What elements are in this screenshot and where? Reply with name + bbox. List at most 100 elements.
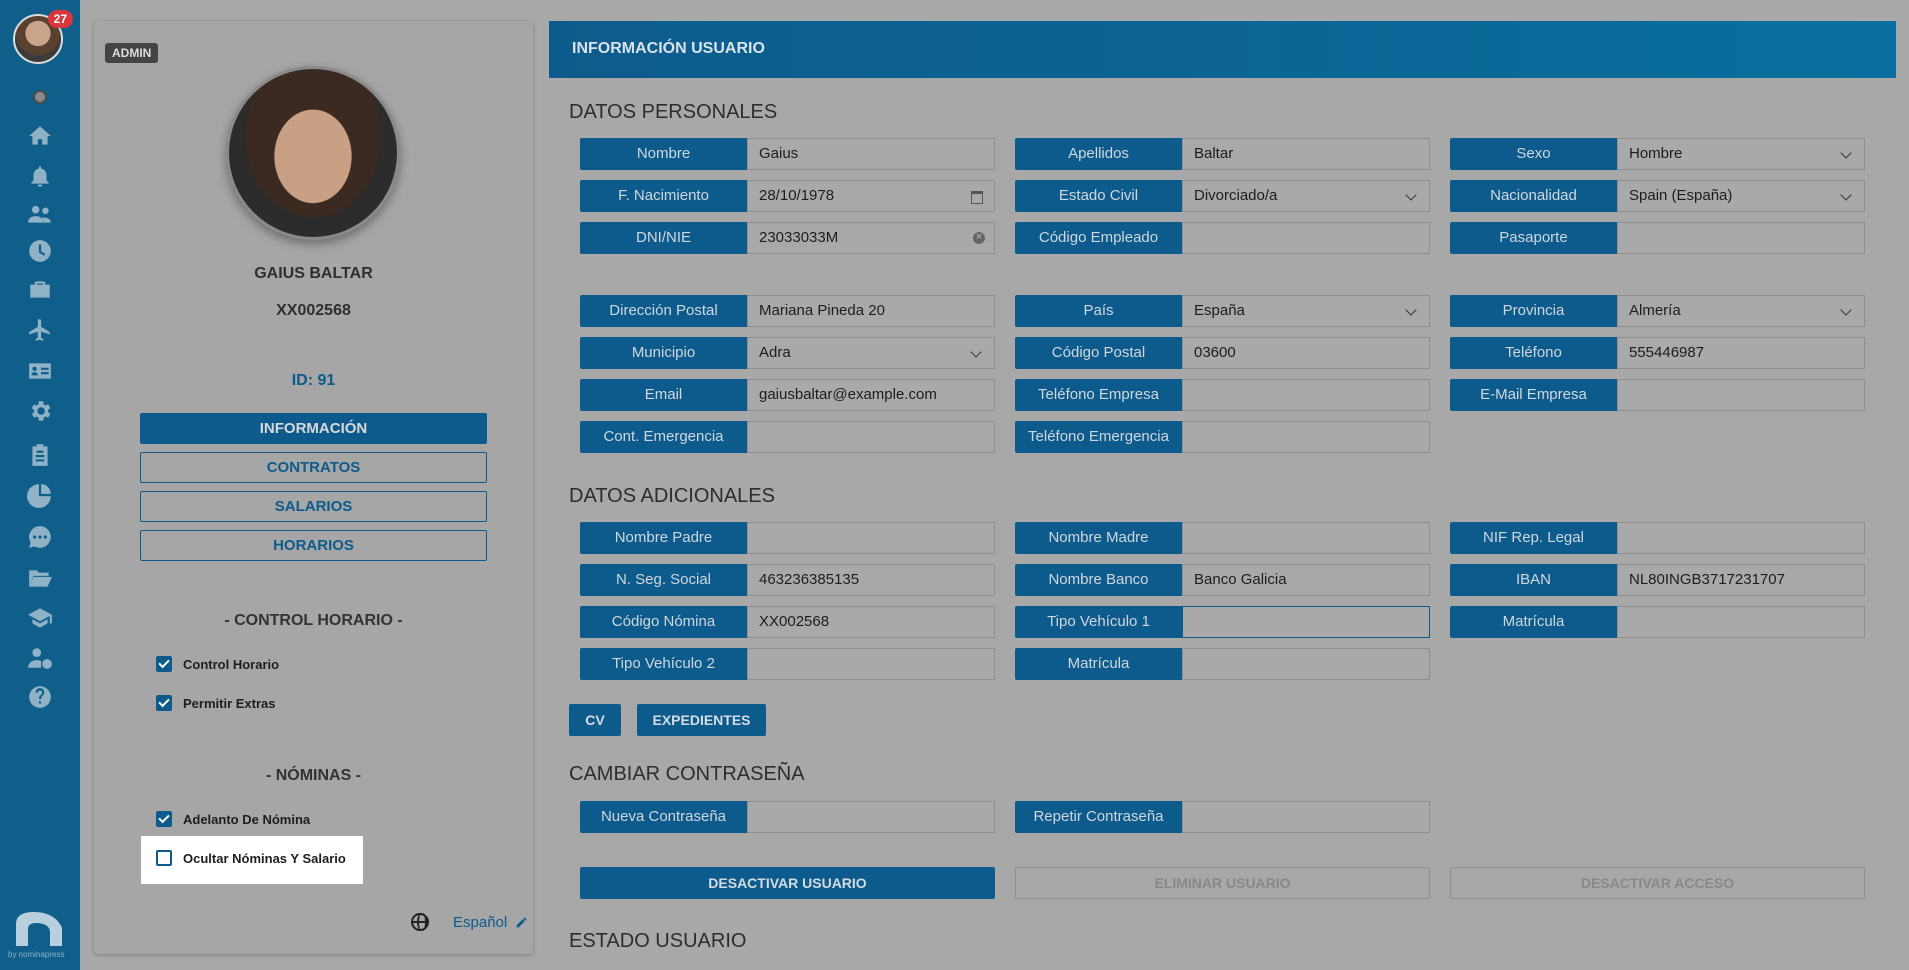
- telefono-emergencia-input[interactable]: [1182, 421, 1430, 453]
- f-nacimiento-input[interactable]: 28/10/1978: [747, 180, 995, 212]
- e-mail-empresa-input[interactable]: [1617, 379, 1865, 411]
- telefono-field: Teléfono 555446987: [1450, 337, 1865, 369]
- plane-icon[interactable]: [24, 314, 56, 346]
- municipio-input[interactable]: Adra: [747, 337, 995, 369]
- telefono-input[interactable]: 555446987: [1617, 337, 1865, 369]
- graduation-cap-icon[interactable]: [24, 602, 56, 634]
- field-label: Nombre Madre: [1015, 522, 1182, 554]
- clipboard-icon[interactable]: [24, 439, 56, 471]
- direccion-postal-input[interactable]: Mariana Pineda 20: [747, 295, 995, 327]
- help-icon[interactable]: [24, 681, 56, 713]
- clock-icon[interactable]: [24, 235, 56, 267]
- codigo-postal-input[interactable]: 03600: [1182, 337, 1430, 369]
- f-nacimiento-field: F. Nacimiento 28/10/1978: [580, 180, 995, 212]
- tipo-vehiculo-1-field: Tipo Vehículo 1: [1015, 606, 1430, 638]
- tab-horarios[interactable]: HORARIOS: [140, 530, 487, 561]
- deactivate-access-button: DESACTIVAR ACCESO: [1450, 867, 1865, 899]
- section-title-password: CAMBIAR CONTRASEÑA: [569, 763, 805, 785]
- matricula-field: Matrícula: [1015, 648, 1430, 680]
- pasaporte-field: Pasaporte: [1450, 222, 1865, 254]
- field-label: Matrícula: [1450, 606, 1617, 638]
- sexo-input[interactable]: Hombre: [1617, 138, 1865, 170]
- field-label: Repetir Contraseña: [1015, 801, 1182, 833]
- panel-header: INFORMACIÓN USUARIO: [549, 21, 1896, 78]
- tab-salarios[interactable]: SALARIOS: [140, 491, 487, 522]
- cont-emergencia-field: Cont. Emergencia: [580, 421, 995, 453]
- field-label: Tipo Vehículo 1: [1015, 606, 1182, 638]
- email-input[interactable]: gaiusbaltar@example.com: [747, 379, 995, 411]
- expedientes-button[interactable]: EXPEDIENTES: [637, 704, 766, 736]
- user-money-icon[interactable]: [24, 642, 56, 674]
- codigo-empleado-input[interactable]: [1182, 222, 1430, 254]
- gear-icon[interactable]: [24, 395, 56, 427]
- nueva-contrasena-field: Nueva Contraseña: [580, 801, 995, 833]
- iban-field: IBAN NL80INGB3717231707: [1450, 564, 1865, 596]
- email-field: Email gaiusbaltar@example.com: [580, 379, 995, 411]
- tipo-vehiculo-1-input[interactable]: [1182, 606, 1430, 638]
- cont-emergencia-input[interactable]: [747, 421, 995, 453]
- field-label: Dirección Postal: [580, 295, 747, 327]
- adelanto-nomina-checkbox-row[interactable]: Adelanto De Nómina: [156, 811, 310, 827]
- iban-input[interactable]: NL80INGB3717231707: [1617, 564, 1865, 596]
- codigo-nomina-input[interactable]: XX002568: [747, 606, 995, 638]
- ocultar-nominas-checkbox-row[interactable]: Ocultar Nóminas Y Salario: [156, 850, 346, 866]
- field-label: Email: [580, 379, 747, 411]
- telefono-empresa-input[interactable]: [1182, 379, 1430, 411]
- nacionalidad-input[interactable]: Spain (España): [1617, 180, 1865, 212]
- field-label: Provincia: [1450, 295, 1617, 327]
- permitir-extras-checkbox-row[interactable]: Permitir Extras: [156, 695, 276, 711]
- tab-informacion[interactable]: INFORMACIÓN: [140, 413, 487, 444]
- checkbox-checked-icon[interactable]: [156, 695, 172, 711]
- checkbox-checked-icon[interactable]: [156, 811, 172, 827]
- nueva-contrasena-input[interactable]: [747, 801, 995, 833]
- field-label: Nombre Padre: [580, 522, 747, 554]
- nombre-padre-input[interactable]: [747, 522, 995, 554]
- briefcase-icon[interactable]: [24, 274, 56, 306]
- field-label: País: [1015, 295, 1182, 327]
- telefono-emergencia-field: Teléfono Emergencia: [1015, 421, 1430, 453]
- language-selector[interactable]: Español: [411, 913, 528, 931]
- users-icon[interactable]: [24, 198, 56, 230]
- pasaporte-input[interactable]: [1617, 222, 1865, 254]
- field-label: Nueva Contraseña: [580, 801, 747, 833]
- tipo-vehiculo-2-input[interactable]: [747, 648, 995, 680]
- e-mail-empresa-field: E-Mail Empresa: [1450, 379, 1865, 411]
- nombre-banco-input[interactable]: Banco Galicia: [1182, 564, 1430, 596]
- field-label: Teléfono Empresa: [1015, 379, 1182, 411]
- field-label: Código Postal: [1015, 337, 1182, 369]
- repetir-contrasena-input[interactable]: [1182, 801, 1430, 833]
- deactivate-user-button[interactable]: DESACTIVAR USUARIO: [580, 867, 995, 899]
- user-avatar[interactable]: 27: [13, 10, 73, 64]
- checkbox-checked-icon[interactable]: [156, 656, 172, 672]
- estado-civil-input[interactable]: Divorciado/a: [1182, 180, 1430, 212]
- codigo-empleado-field: Código Empleado: [1015, 222, 1430, 254]
- chat-icon[interactable]: [24, 521, 56, 553]
- tab-contratos[interactable]: CONTRATOS: [140, 452, 487, 483]
- cv-button[interactable]: CV: [569, 704, 621, 736]
- nombre-madre-input[interactable]: [1182, 522, 1430, 554]
- nif-rep-legal-input[interactable]: [1617, 522, 1865, 554]
- matricula-input[interactable]: [1182, 648, 1430, 680]
- estado-civil-field: Estado Civil Divorciado/a: [1015, 180, 1430, 212]
- nombre-input[interactable]: Gaius: [747, 138, 995, 170]
- id-card-icon[interactable]: [24, 355, 56, 387]
- nominas-heading: - NÓMINAS -: [265, 767, 362, 784]
- nombre-field: Nombre Gaius: [580, 138, 995, 170]
- checkbox-unchecked-icon[interactable]: [156, 850, 172, 866]
- home-icon[interactable]: [24, 120, 56, 152]
- tipo-vehiculo-2-field: Tipo Vehículo 2: [580, 648, 995, 680]
- control-horario-checkbox-row[interactable]: Control Horario: [156, 656, 279, 672]
- pencil-icon[interactable]: [515, 916, 528, 929]
- bell-icon[interactable]: [24, 160, 56, 192]
- provincia-field: Provincia Almería: [1450, 295, 1865, 327]
- profile-card: ADMIN GAIUS BALTAR XX002568 ID: 91 INFOR…: [94, 21, 533, 954]
- nif-rep-legal-field: NIF Rep. Legal: [1450, 522, 1865, 554]
- matricula-input[interactable]: [1617, 606, 1865, 638]
- provincia-input[interactable]: Almería: [1617, 295, 1865, 327]
- dni-nie-input[interactable]: 23033033M: [747, 222, 995, 254]
- folder-icon[interactable]: [24, 562, 56, 594]
- apellidos-input[interactable]: Baltar: [1182, 138, 1430, 170]
- pais-input[interactable]: España: [1182, 295, 1430, 327]
- pie-chart-icon[interactable]: [24, 479, 56, 511]
- n-seg-social-input[interactable]: 463236385135: [747, 564, 995, 596]
